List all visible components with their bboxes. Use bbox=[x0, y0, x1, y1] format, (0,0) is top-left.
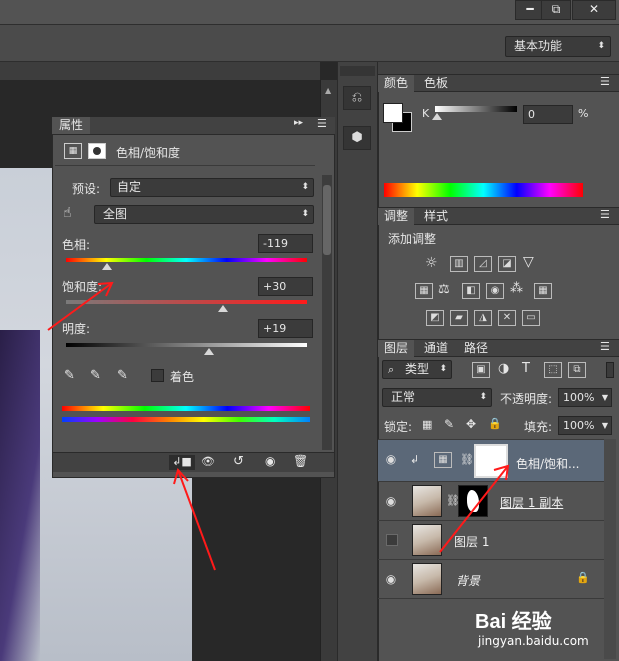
annotation-overlay bbox=[47, 281, 510, 571]
red-arrow bbox=[173, 467, 216, 571]
red-arrow bbox=[439, 464, 510, 553]
red-arrow bbox=[47, 281, 114, 331]
